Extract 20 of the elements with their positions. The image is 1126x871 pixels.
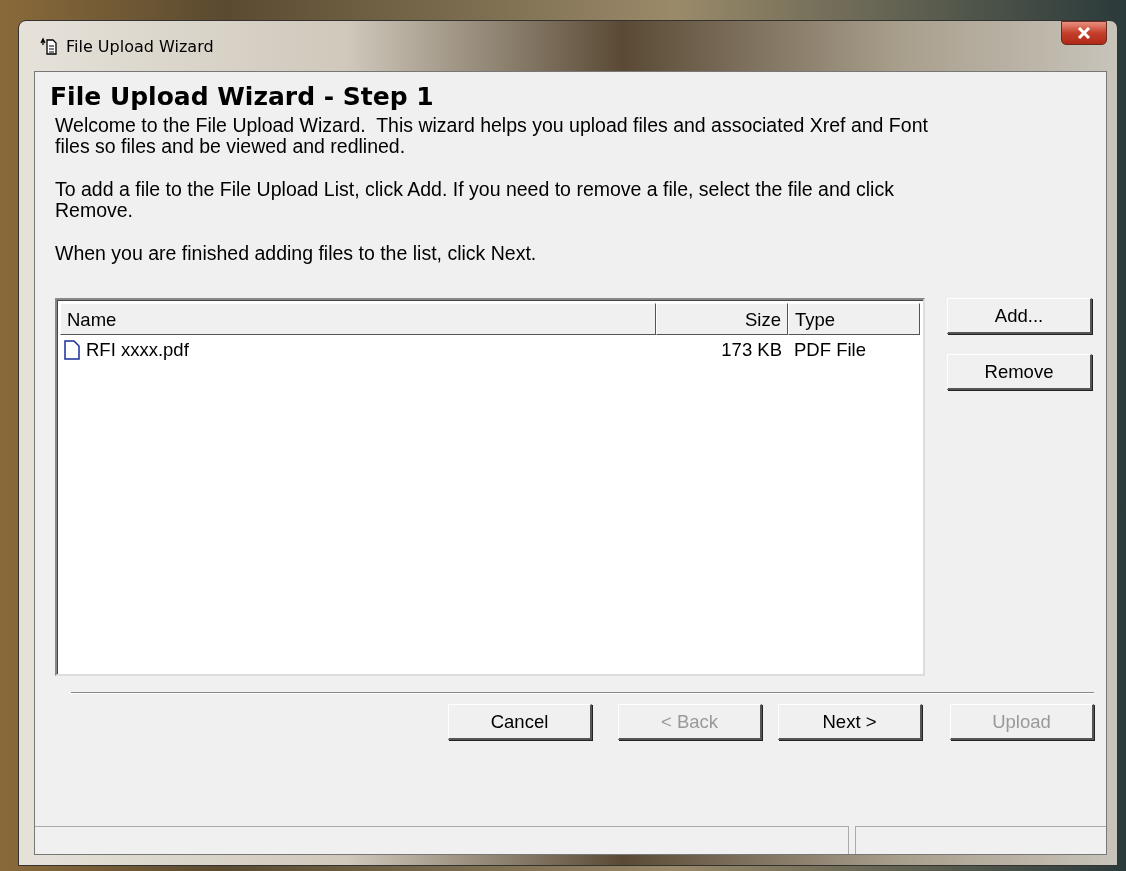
table-cell: RFI xxxx.pdf [86,339,189,361]
close-icon [1077,27,1091,39]
instruction-text: Welcome to the File Upload Wizard. This wizard helps you upload files and associated Xref and Font files so files and be viewed and redlined. [55,115,929,157]
wizard-button[interactable]: Next > [778,704,922,740]
table-cell: 173 KB [721,339,782,361]
wizard-button[interactable]: Add... [947,298,1092,334]
column-header[interactable]: Type [788,303,920,335]
window-title: File Upload Wizard [66,36,215,56]
wizard-button[interactable]: Remove [947,354,1092,390]
wizard-heading: File Upload Wizard - Step 1 [50,82,435,111]
file-icon [64,340,80,360]
document-icon [40,37,58,55]
close-button[interactable] [1061,21,1107,45]
instruction-text: To add a file to the File Upload List, click Add. If you need to remove a file, select the file and click Remove. [55,179,895,221]
file-row[interactable]: RFI xxxx.pdf 173 KB PDF File [60,335,923,365]
table-cell: PDF File [794,339,866,361]
wizard-button[interactable]: Cancel [448,704,592,740]
column-header[interactable]: Size [656,303,788,335]
column-header[interactable]: Name [60,303,656,335]
instruction-text: When you are finished adding files to the list, click Next. [55,243,538,264]
